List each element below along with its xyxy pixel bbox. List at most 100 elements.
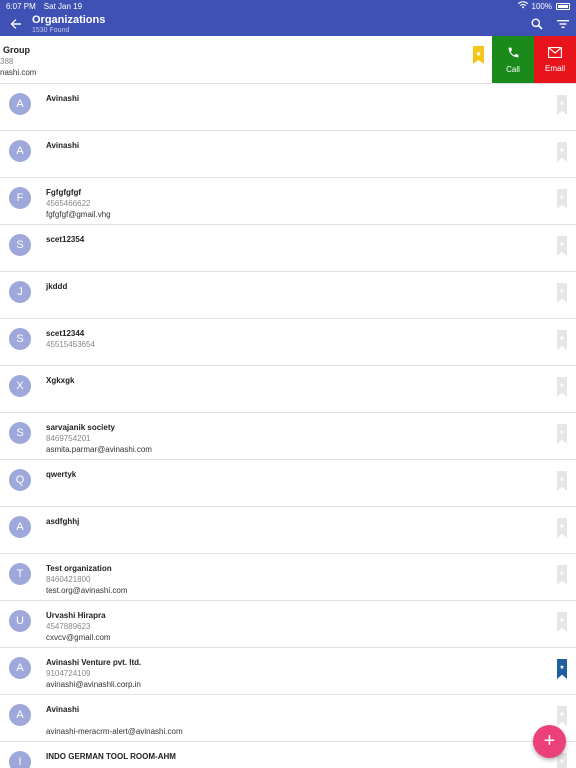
list-item[interactable]: F Fgfgfgfgf 4565466622 fgfgfgf@gmail.vhg ★ — [0, 178, 576, 225]
avatar: A — [9, 657, 31, 679]
list-item[interactable]: I INDO GERMAN TOOL ROOM-AHM ★ — [0, 742, 576, 768]
search-icon[interactable] — [524, 12, 550, 36]
avatar: S — [9, 234, 31, 256]
item-text: Xgkxgk — [46, 375, 74, 397]
avatar: A — [9, 516, 31, 538]
list-item[interactable]: X Xgkxgk ★ — [0, 366, 576, 413]
avatar: T — [9, 563, 31, 585]
item-phone — [46, 715, 183, 726]
bookmark-icon[interactable]: ★ — [557, 95, 567, 115]
item-text: Test organization 8460421800 test.org@avin… — [46, 563, 128, 596]
avatar: I — [9, 751, 31, 768]
bookmark-icon[interactable]: ★ — [473, 46, 484, 64]
list-item[interactable]: A Avinashi Venture pvt. ltd. 9104724109 avi… — [0, 648, 576, 695]
item-text: Urvashi Hirapra 4547889623 cxvcv@gmail.com — [46, 610, 111, 643]
app-bar: Organizations 1530 Found — [0, 12, 576, 36]
avatar: F — [9, 187, 31, 209]
list-item[interactable]: Aasdfghhj ★ — [0, 507, 576, 554]
bookmark-icon[interactable]: ★ — [557, 518, 567, 538]
item-name: INDO GERMAN TOOL ROOM-AHM — [46, 752, 176, 761]
battery-icon — [556, 2, 570, 10]
avatar: X — [9, 375, 31, 397]
item-name: Fgfgfgfgf — [46, 188, 82, 197]
item-phone: 45515453654 — [46, 340, 95, 349]
email-label: Email — [544, 64, 565, 73]
item-phone — [46, 151, 79, 162]
list-item[interactable]: A Avinashi ★ — [0, 131, 576, 178]
filter-icon[interactable] — [550, 12, 576, 36]
call-button[interactable]: Call — [492, 36, 534, 83]
avatar: A — [9, 704, 31, 726]
bookmark-icon[interactable]: ★ — [557, 471, 567, 491]
item-name: Avinashi Venture pvt. ltd. — [46, 658, 142, 667]
item-name: Test organization — [46, 564, 112, 573]
status-right: 100% — [517, 1, 570, 11]
item-text: Avinashi — [46, 140, 79, 162]
header-actions — [524, 12, 576, 36]
item-phone: 8460421800 — [46, 575, 91, 584]
list-item[interactable]: A Avinashi avinashi-meracrm-alert@avinash… — [0, 695, 576, 742]
list-item[interactable]: U Urvashi Hirapra 4547889623 cxvcv@gmail.co… — [0, 601, 576, 648]
item-text: INDO GERMAN TOOL ROOM-AHM — [46, 751, 176, 768]
bookmark-icon[interactable]: ★ — [557, 377, 567, 397]
avatar: S — [9, 328, 31, 350]
add-organization-button[interactable]: + — [533, 725, 566, 758]
organization-list: Group 388 nashi.com ★ Call Email A Avinas… — [0, 36, 576, 768]
phone-icon — [507, 46, 520, 61]
email-button[interactable]: Email — [534, 36, 576, 83]
list-item[interactable]: Ssarvajanik society 8469754201 asmita.parm… — [0, 413, 576, 460]
avatar: A — [9, 93, 31, 115]
bookmark-icon[interactable]: ★ — [557, 189, 567, 209]
item-text: Fgfgfgfgf 4565466622 fgfgfgf@gmail.vhg — [46, 187, 111, 220]
item-text: Avinashi — [46, 93, 79, 115]
avatar: Q — [9, 469, 31, 491]
bookmark-icon[interactable]: ★ — [557, 659, 567, 679]
list-item[interactable]: Sscet12354 ★ — [0, 225, 576, 272]
item-email: avinashi@avinashli.corp.in — [46, 680, 141, 689]
avatar: S — [9, 422, 31, 444]
bookmark-icon[interactable]: ★ — [557, 283, 567, 303]
list-item[interactable]: Qqwertyk ★ — [0, 460, 576, 507]
list-item[interactable]: Jjkddd ★ — [0, 272, 576, 319]
item-email: fgfgfgf@gmail.vhg — [46, 210, 111, 219]
bookmark-icon[interactable]: ★ — [557, 565, 567, 585]
item-name: qwertyk — [46, 470, 77, 479]
item-name: Avinashi — [46, 705, 80, 714]
call-label: Call — [506, 65, 520, 74]
item-phone: 4565466622 — [46, 199, 91, 208]
item-text: asdfghhj — [46, 516, 79, 538]
item-text: Avinashi avinashi-meracrm-alert@avinashi… — [46, 704, 183, 737]
swiped-item-content: Group 388 nashi.com — [0, 36, 36, 78]
bookmark-icon[interactable]: ★ — [557, 142, 567, 162]
item-text: qwertyk — [46, 469, 76, 491]
item-email: test.org@avinashi.com — [46, 586, 128, 595]
item-email: cxvcv@gmail.com — [46, 633, 111, 642]
item-name: jkddd — [46, 282, 68, 291]
swiped-list-item[interactable]: Group 388 nashi.com ★ Call Email — [0, 36, 576, 84]
item-name: scet12354 — [46, 235, 85, 244]
battery-percent: 100% — [531, 1, 552, 11]
list-item[interactable]: A Avinashi ★ — [0, 84, 576, 131]
item-phone — [46, 292, 67, 303]
list-item[interactable]: Sscet12344 45515453654 ★ — [0, 319, 576, 366]
header-titles: Organizations 1530 Found — [32, 14, 105, 35]
swiped-item-email: nashi.com — [0, 68, 37, 77]
avatar: U — [9, 610, 31, 632]
bookmark-icon[interactable]: ★ — [557, 612, 567, 632]
list-item[interactable]: T Test organization 8460421800 test.org@avi… — [0, 554, 576, 601]
back-arrow-icon[interactable] — [0, 12, 32, 36]
bookmark-icon[interactable]: ★ — [557, 236, 567, 256]
item-email: asmita.parmar@avinashi.com — [46, 445, 152, 454]
item-phone — [46, 480, 76, 491]
item-phone — [46, 386, 74, 397]
bookmark-icon[interactable]: ★ — [557, 706, 567, 726]
result-count: 1530 Found — [32, 26, 70, 34]
item-text: jkddd — [46, 281, 67, 303]
item-phone — [46, 104, 79, 115]
bookmark-icon[interactable]: ★ — [557, 424, 567, 444]
item-text: Avinashi Venture pvt. ltd. 9104724109 avin… — [46, 657, 141, 690]
item-email: avinashi-meracrm-alert@avinashi.com — [46, 727, 183, 736]
bookmark-icon[interactable]: ★ — [557, 330, 567, 350]
wifi-icon — [517, 1, 528, 11]
item-text: sarvajanik society 8469754201 asmita.parma… — [46, 422, 152, 455]
